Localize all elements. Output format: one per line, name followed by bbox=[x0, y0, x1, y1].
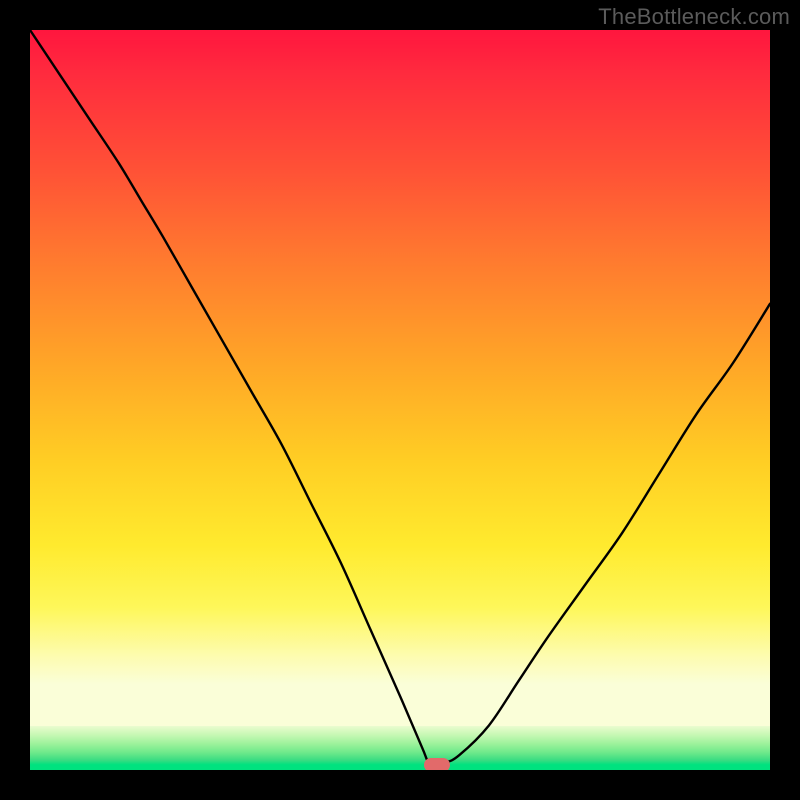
watermark-text: TheBottleneck.com bbox=[598, 4, 790, 30]
chart-frame: TheBottleneck.com bbox=[0, 0, 800, 800]
bottleneck-curve bbox=[30, 30, 770, 770]
curve-path bbox=[30, 30, 770, 764]
optimum-marker bbox=[424, 758, 450, 770]
plot-area bbox=[30, 30, 770, 770]
